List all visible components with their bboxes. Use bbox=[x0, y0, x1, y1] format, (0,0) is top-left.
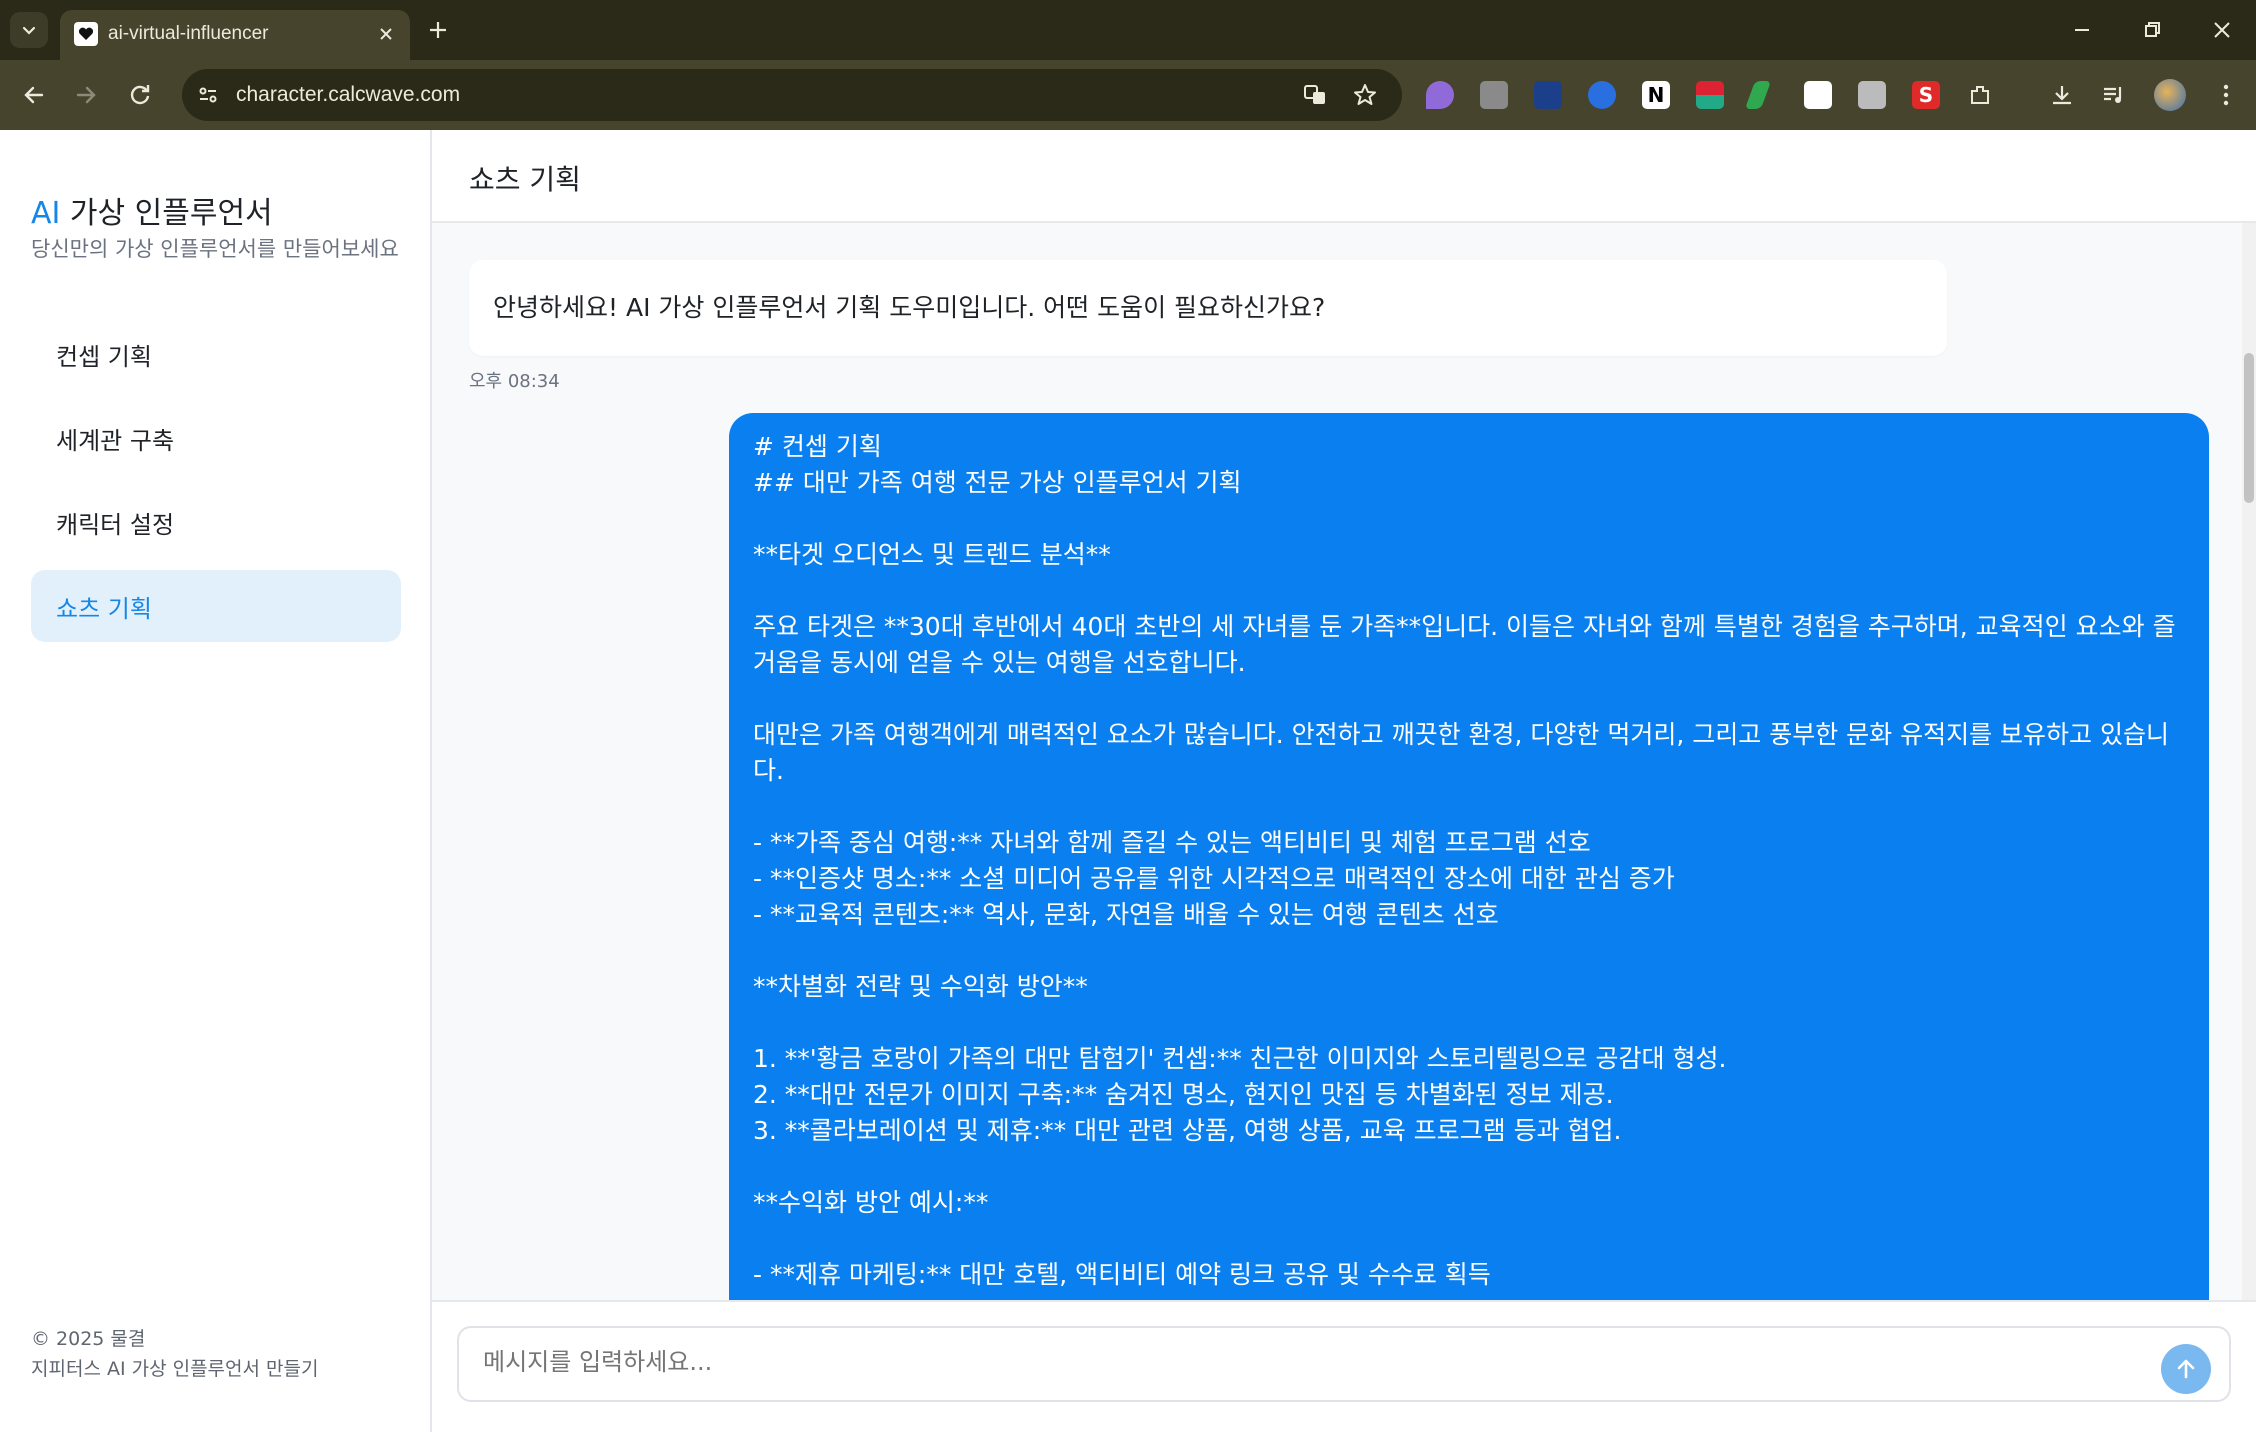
translate-icon[interactable] bbox=[1302, 82, 1328, 108]
message-line: # 컨셉 기획 bbox=[753, 432, 882, 461]
plus-icon[interactable] bbox=[424, 16, 452, 44]
browser-tab-bar: ai-virtual-influencer bbox=[0, 0, 2256, 60]
send-button[interactable] bbox=[2161, 1344, 2211, 1394]
sidebar: AI 가상 인플루언서 당신만의 가상 인플루언서를 만들어보세요 컨셉 기획 … bbox=[0, 130, 432, 1432]
message-timestamp: 오후 08:34 bbox=[469, 371, 560, 392]
download-icon[interactable] bbox=[2048, 81, 2076, 109]
message-line: **타겟 오디언스 및 트렌드 분석** bbox=[753, 540, 1111, 569]
menu-icon[interactable] bbox=[2212, 81, 2240, 109]
message-line: 주요 타겟은 **30대 후반에서 40대 초반의 세 자녀를 둔 가족**입니… bbox=[753, 612, 2176, 677]
message-composer bbox=[457, 1326, 2231, 1402]
media-icon[interactable] bbox=[2100, 81, 2128, 109]
extension-icon-s[interactable]: S bbox=[1912, 81, 1940, 109]
message-line: - **제휴 마케팅:** 대만 호텔, 액티비티 예약 링크 공유 및 수수료… bbox=[753, 1260, 1491, 1289]
message-line: 2. **대만 전문가 이미지 구축:** 숨겨진 명소, 현지인 맛집 등 차… bbox=[753, 1080, 1614, 1109]
sidebar-item-character[interactable]: 캐릭터 설정 bbox=[31, 486, 401, 558]
camera-icon[interactable] bbox=[1858, 81, 1886, 109]
close-window-icon[interactable] bbox=[2208, 16, 2236, 44]
brand-title: AI 가상 인플루언서 bbox=[31, 188, 273, 232]
sidebar-item-concept[interactable]: 컨셉 기획 bbox=[31, 318, 401, 390]
chat-scrollbar[interactable] bbox=[2242, 223, 2256, 1300]
forward-icon[interactable] bbox=[70, 79, 102, 111]
message-line: - **교육적 콘텐츠:** 역사, 문화, 자연을 배울 수 있는 여행 콘텐… bbox=[753, 900, 1499, 929]
sidebar-footer: © 2025 물결 지피터스 AI 가상 인플루언서 만들기 bbox=[31, 1324, 318, 1384]
sidebar-nav: 컨셉 기획 세계관 구축 캐릭터 설정 쇼츠 기획 bbox=[31, 318, 401, 654]
profile-icon[interactable] bbox=[2154, 79, 2186, 111]
site-info-icon[interactable] bbox=[196, 83, 220, 107]
chat-area: 안녕하세요! AI 가상 인플루언서 기획 도우미입니다. 어떤 도움이 필요하… bbox=[432, 223, 2256, 1300]
main-header: 쇼츠 기획 bbox=[432, 130, 2256, 223]
notion-icon[interactable]: N bbox=[1642, 81, 1670, 109]
close-icon[interactable] bbox=[376, 24, 396, 44]
page-title: 쇼츠 기획 bbox=[469, 163, 581, 196]
tab-search-button[interactable] bbox=[10, 12, 48, 48]
extension-icon-6[interactable] bbox=[1696, 81, 1724, 109]
reload-icon[interactable] bbox=[124, 79, 156, 111]
url-text: character.calcwave.com bbox=[236, 83, 461, 106]
extension-icon-3[interactable] bbox=[1534, 81, 1562, 109]
assistant-message: 안녕하세요! AI 가상 인플루언서 기획 도우미입니다. 어떤 도움이 필요하… bbox=[469, 260, 1947, 356]
extension-icon-8[interactable] bbox=[1804, 81, 1832, 109]
extension-icon-7[interactable] bbox=[1744, 81, 1772, 109]
message-line: 대만은 가족 여행객에게 매력적인 요소가 많습니다. 안전하고 깨끗한 환경,… bbox=[753, 720, 2169, 785]
tab-title: ai-virtual-influencer bbox=[108, 23, 269, 44]
extension-icon-1[interactable] bbox=[1426, 81, 1454, 109]
star-icon[interactable] bbox=[1352, 82, 1378, 108]
message-input[interactable] bbox=[483, 1348, 2083, 1376]
browser-toolbar: character.calcwave.com N S bbox=[0, 60, 2256, 130]
scrollbar-thumb[interactable] bbox=[2244, 353, 2254, 503]
sidebar-item-shorts[interactable]: 쇼츠 기획 bbox=[31, 570, 401, 642]
extension-icon-4[interactable] bbox=[1588, 81, 1616, 109]
brand-ai: AI bbox=[31, 196, 61, 231]
message-line: ## 대만 가족 여행 전문 가상 인플루언서 기획 bbox=[753, 468, 1242, 497]
send-arrow-icon bbox=[2177, 1359, 2195, 1379]
heart-icon bbox=[74, 22, 98, 46]
brand-subtitle: 당신만의 가상 인플루언서를 만들어보세요 bbox=[31, 237, 399, 261]
browser-tab[interactable]: ai-virtual-influencer bbox=[60, 10, 410, 60]
copyright: © 2025 물결 bbox=[31, 1328, 146, 1350]
message-line: 1. **'황금 호랑이 가족의 대만 탐험기' 컨셉:** 친근한 이미지와 … bbox=[753, 1044, 1727, 1073]
message-line: 3. **콜라보레이션 및 제휴:** 대만 관련 상품, 여행 상품, 교육 … bbox=[753, 1116, 1622, 1145]
address-bar[interactable]: character.calcwave.com bbox=[182, 69, 1402, 121]
main-panel: 쇼츠 기획 안녕하세요! AI 가상 인플루언서 기획 도우미입니다. 어떤 도… bbox=[432, 130, 2256, 1432]
message-line: **수익화 방안 예시:** bbox=[753, 1188, 989, 1217]
extensions-icon[interactable] bbox=[1966, 81, 1994, 109]
message-line: - **인증샷 명소:** 소셜 미디어 공유를 위한 시각적으로 매력적인 장… bbox=[753, 864, 1675, 893]
restore-icon[interactable] bbox=[2138, 16, 2166, 44]
brand-text: 가상 인플루언서 bbox=[60, 196, 273, 231]
app: AI 가상 인플루언서 당신만의 가상 인플루언서를 만들어보세요 컨셉 기획 … bbox=[0, 130, 2256, 1432]
message-line: - **가족 중심 여행:** 자녀와 함께 즐길 수 있는 액티비티 및 체험… bbox=[753, 828, 1591, 857]
chevron-down-icon bbox=[22, 26, 36, 35]
minimize-icon[interactable] bbox=[2068, 16, 2096, 44]
footer-credit: 지피터스 AI 가상 인플루언서 만들기 bbox=[31, 1358, 319, 1380]
sidebar-item-worldbuilding[interactable]: 세계관 구축 bbox=[31, 402, 401, 474]
composer-area bbox=[432, 1300, 2256, 1432]
back-icon[interactable] bbox=[18, 79, 50, 111]
message-line: **차별화 전략 및 수익화 방안** bbox=[753, 972, 1088, 1001]
user-message: # 컨셉 기획 ## 대만 가족 여행 전문 가상 인플루언서 기획 **타겟 오디… bbox=[729, 413, 2209, 1300]
extension-icon-2[interactable] bbox=[1480, 81, 1508, 109]
